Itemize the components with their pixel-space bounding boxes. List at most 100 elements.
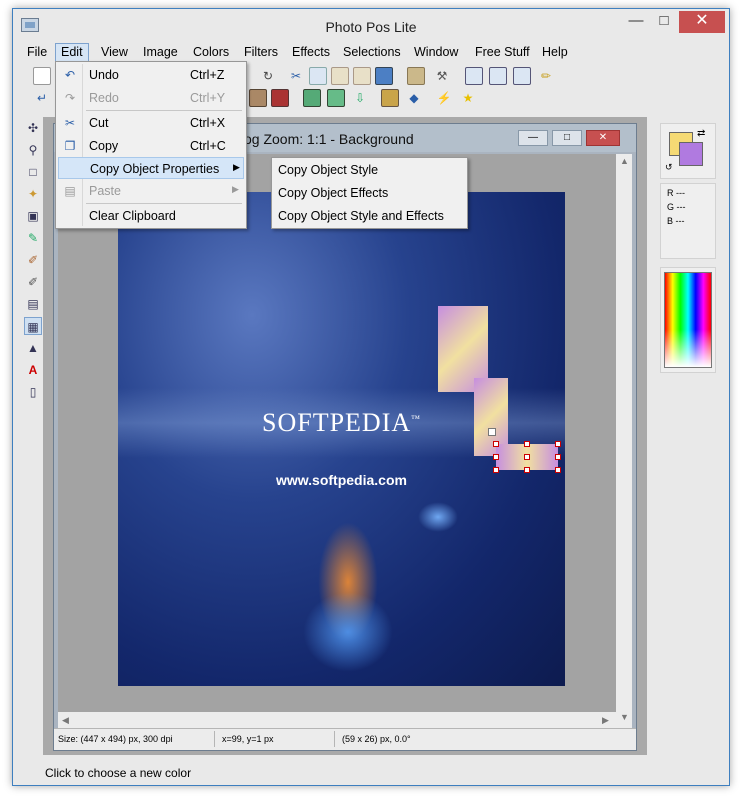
landscape-icon[interactable] xyxy=(303,89,321,107)
pencil-tool-icon[interactable]: ✎ xyxy=(24,229,42,247)
close-button[interactable]: ✕ xyxy=(679,11,725,33)
copy-icon: ❐ xyxy=(64,139,76,153)
lightning-icon[interactable]: ⚡ xyxy=(435,89,453,107)
diamond-icon[interactable]: ◆ xyxy=(405,89,423,107)
clone-tool-icon[interactable]: ✐ xyxy=(24,273,42,291)
menu-free-stuff[interactable]: Free Stuff xyxy=(475,45,530,59)
horizontal-scrollbar[interactable]: ◀ ▶ xyxy=(58,712,616,728)
paste-toolbar-icon[interactable] xyxy=(331,67,349,85)
doc-minimize-button[interactable]: — xyxy=(518,130,548,146)
canvas-area[interactable]: SOFTPEDIA™ www.softpedia.com ▲ ▼ ◀ ▶ xyxy=(58,154,632,728)
image-settings-icon[interactable] xyxy=(407,67,425,85)
resize-handle-n[interactable] xyxy=(524,441,530,447)
menu-effects[interactable]: Effects xyxy=(292,45,330,59)
gradient-tool-icon[interactable]: ▤ xyxy=(24,295,42,313)
resize-handle-sw[interactable] xyxy=(493,467,499,473)
arrow-back-icon[interactable]: ↵ xyxy=(33,89,51,107)
swap-colors-icon[interactable]: ⇄ xyxy=(697,128,705,139)
menu-item-label: Clear Clipboard xyxy=(89,209,176,223)
menu-edit[interactable]: Edit xyxy=(55,43,89,63)
magic-wand-icon[interactable]: ✦ xyxy=(24,185,42,203)
menu-item-copy-object-properties[interactable]: Copy Object Properties ▶ xyxy=(58,157,244,179)
crop-tool-icon[interactable]: ▣ xyxy=(24,207,42,225)
image-canvas[interactable]: SOFTPEDIA™ www.softpedia.com xyxy=(118,192,565,686)
blue-value: B --- xyxy=(667,216,685,226)
menu-item-cut[interactable]: ✂ Cut Ctrl+X xyxy=(58,112,244,134)
object-tool-icon[interactable]: ▦ xyxy=(24,317,42,335)
menu-file[interactable]: File xyxy=(27,45,47,59)
scroll-up-icon[interactable]: ▲ xyxy=(620,156,629,166)
photo-icon[interactable] xyxy=(327,89,345,107)
submenu-copy-style-and-effects[interactable]: Copy Object Style and Effects xyxy=(278,209,444,223)
resize-handle-e[interactable] xyxy=(555,454,561,460)
star-icon[interactable]: ★ xyxy=(459,89,477,107)
submenu-copy-object-effects[interactable]: Copy Object Effects xyxy=(278,186,388,200)
copy-toolbar-icon[interactable] xyxy=(309,67,327,85)
image-url-text: www.softpedia.com xyxy=(276,472,407,488)
object-center-handle[interactable] xyxy=(488,428,496,436)
cursor-coords: x=99, y=1 px xyxy=(222,734,274,744)
menu-item-clear-clipboard[interactable]: Clear Clipboard xyxy=(58,205,244,227)
maximize-button[interactable]: □ xyxy=(651,11,677,33)
resize-handle-se[interactable] xyxy=(555,467,561,473)
resize-handle-w[interactable] xyxy=(493,454,499,460)
menu-colors[interactable]: Colors xyxy=(193,45,229,59)
doc-maximize-button[interactable]: □ xyxy=(552,130,582,146)
edit-menu-dropdown: ↶ Undo Ctrl+Z ↷ Redo Ctrl+Y ✂ Cut Ctrl+X… xyxy=(55,61,247,229)
scroll-right-icon[interactable]: ▶ xyxy=(602,715,609,726)
resize-handle-nw[interactable] xyxy=(493,441,499,447)
menu-item-paste: ▤ Paste ▶ xyxy=(58,180,244,202)
menu-selections[interactable]: Selections xyxy=(343,45,401,59)
menu-view[interactable]: View xyxy=(101,45,128,59)
menu-image[interactable]: Image xyxy=(143,45,178,59)
cut-toolbar-icon[interactable]: ✂ xyxy=(287,67,305,85)
status-separator xyxy=(334,731,335,747)
submenu-copy-object-style[interactable]: Copy Object Style xyxy=(278,163,378,177)
minimize-button[interactable]: — xyxy=(623,11,649,33)
fill-tool-icon[interactable]: ▲ xyxy=(24,339,42,357)
zoom-tool-icon[interactable]: ⚲ xyxy=(24,141,42,159)
scroll-left-icon[interactable]: ◀ xyxy=(62,715,69,726)
rotate-icon[interactable]: ↻ xyxy=(259,67,277,85)
red-eye-icon[interactable] xyxy=(271,89,289,107)
image-size-info: Size: (447 x 494) px, 300 dpi xyxy=(58,734,173,744)
resize-handle-ne[interactable] xyxy=(555,441,561,447)
menu-help[interactable]: Help xyxy=(542,45,568,59)
screen-capture-icon[interactable] xyxy=(375,67,393,85)
color-spectrum-picker[interactable] xyxy=(664,272,712,368)
frame-icon[interactable] xyxy=(381,89,399,107)
rgb-readout: R --- G --- B --- xyxy=(660,183,716,259)
calendar-icon[interactable] xyxy=(249,89,267,107)
scroll-down-icon[interactable]: ▼ xyxy=(620,712,629,722)
doc-close-button[interactable]: ✕ xyxy=(586,130,620,146)
background-color-swatch[interactable] xyxy=(679,142,703,166)
window-icon[interactable] xyxy=(513,67,531,85)
menu-item-shortcut: Ctrl+X xyxy=(190,116,226,130)
menu-item-copy[interactable]: ❐ Copy Ctrl+C xyxy=(58,135,244,157)
menu-item-undo[interactable]: ↶ Undo Ctrl+Z xyxy=(58,64,244,86)
color-panel: ⇄ ↺ R --- G --- B --- xyxy=(658,117,728,757)
paste-special-icon[interactable] xyxy=(353,67,371,85)
grid-icon[interactable] xyxy=(465,67,483,85)
eraser-tool-icon[interactable]: ▯ xyxy=(24,383,42,401)
new-file-icon[interactable] xyxy=(33,67,51,85)
menu-window[interactable]: Window xyxy=(414,45,458,59)
ruler-icon[interactable]: ✏ xyxy=(537,67,555,85)
submenu-arrow-icon: ▶ xyxy=(232,184,239,194)
resize-icon[interactable] xyxy=(489,67,507,85)
tools-icon[interactable]: ⚒ xyxy=(433,67,451,85)
download-icon[interactable]: ⇩ xyxy=(351,89,369,107)
menu-filters[interactable]: Filters xyxy=(244,45,278,59)
brush-tool-icon[interactable]: ✐ xyxy=(24,251,42,269)
app-statusbar: Click to choose a new color xyxy=(13,761,729,785)
resize-handle-center[interactable] xyxy=(524,454,530,460)
color-swatches: ⇄ ↺ xyxy=(660,123,716,179)
reset-colors-icon[interactable]: ↺ xyxy=(665,162,673,173)
vertical-scrollbar[interactable]: ▲ ▼ xyxy=(616,154,632,728)
trademark-mark: ™ xyxy=(411,413,421,424)
menu-separator xyxy=(86,203,242,204)
move-tool-icon[interactable]: ✣ xyxy=(24,119,42,137)
resize-handle-s[interactable] xyxy=(524,467,530,473)
text-tool-icon[interactable]: A xyxy=(24,361,42,379)
select-tool-icon[interactable]: □ xyxy=(24,163,42,181)
